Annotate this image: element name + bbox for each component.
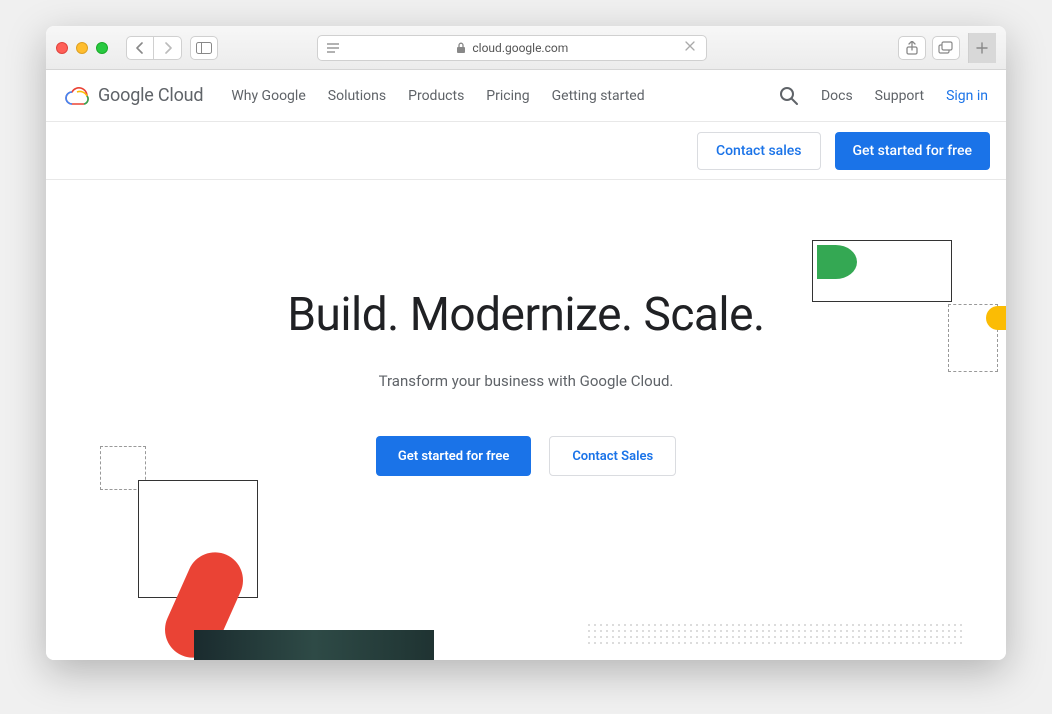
hero-subhead: Transform your business with Google Clou…: [46, 372, 1006, 390]
forward-button[interactable]: [154, 36, 182, 60]
top-nav: Google Cloud Why Google Solutions Produc…: [46, 70, 1006, 122]
browser-window: cloud.google.com: [46, 26, 1006, 660]
nav-pricing[interactable]: Pricing: [486, 88, 529, 104]
hero-get-started-button[interactable]: Get started for free: [376, 436, 531, 476]
sign-in-link[interactable]: Sign in: [946, 88, 988, 104]
back-button[interactable]: [126, 36, 154, 60]
search-icon[interactable]: [779, 86, 799, 106]
nav-docs[interactable]: Docs: [821, 88, 853, 104]
address-bar[interactable]: cloud.google.com: [317, 35, 707, 61]
fullscreen-window-button[interactable]: [96, 42, 108, 54]
contact-sales-button[interactable]: Contact sales: [697, 132, 821, 170]
decorative-green-blob: [817, 245, 857, 279]
nav-solutions[interactable]: Solutions: [328, 88, 386, 104]
logo[interactable]: Google Cloud: [64, 85, 203, 106]
browser-chrome: cloud.google.com: [46, 26, 1006, 70]
decorative-yellow-blob: [986, 306, 1006, 330]
new-tab-button[interactable]: [968, 33, 996, 63]
decorative-image: [194, 630, 434, 660]
close-window-button[interactable]: [56, 42, 68, 54]
hero-contact-sales-button[interactable]: Contact Sales: [549, 436, 676, 476]
nav-products[interactable]: Products: [408, 88, 464, 104]
nav-buttons: [126, 36, 182, 60]
tabs-button[interactable]: [932, 36, 960, 60]
cloud-logo-icon: [64, 86, 90, 106]
nav-getting-started[interactable]: Getting started: [552, 88, 645, 104]
nav-why-google[interactable]: Why Google: [231, 88, 305, 104]
url-text: cloud.google.com: [472, 41, 568, 55]
nav-support[interactable]: Support: [875, 88, 924, 104]
page-content: Google Cloud Why Google Solutions Produc…: [46, 70, 1006, 660]
reader-mode-icon[interactable]: [322, 38, 344, 58]
lock-icon: [456, 42, 466, 54]
share-button[interactable]: [898, 36, 926, 60]
minimize-window-button[interactable]: [76, 42, 88, 54]
decorative-rect: [812, 240, 952, 302]
hero: Build. Modernize. Scale. Transform your …: [46, 180, 1006, 476]
decorative-dots: [586, 622, 966, 648]
sub-bar: Contact sales Get started for free: [46, 122, 1006, 180]
logo-text: Google Cloud: [98, 85, 203, 106]
get-started-button[interactable]: Get started for free: [835, 132, 991, 170]
stop-reload-icon[interactable]: [684, 40, 700, 56]
window-controls: [56, 42, 108, 54]
sidebar-toggle-button[interactable]: [190, 36, 218, 60]
